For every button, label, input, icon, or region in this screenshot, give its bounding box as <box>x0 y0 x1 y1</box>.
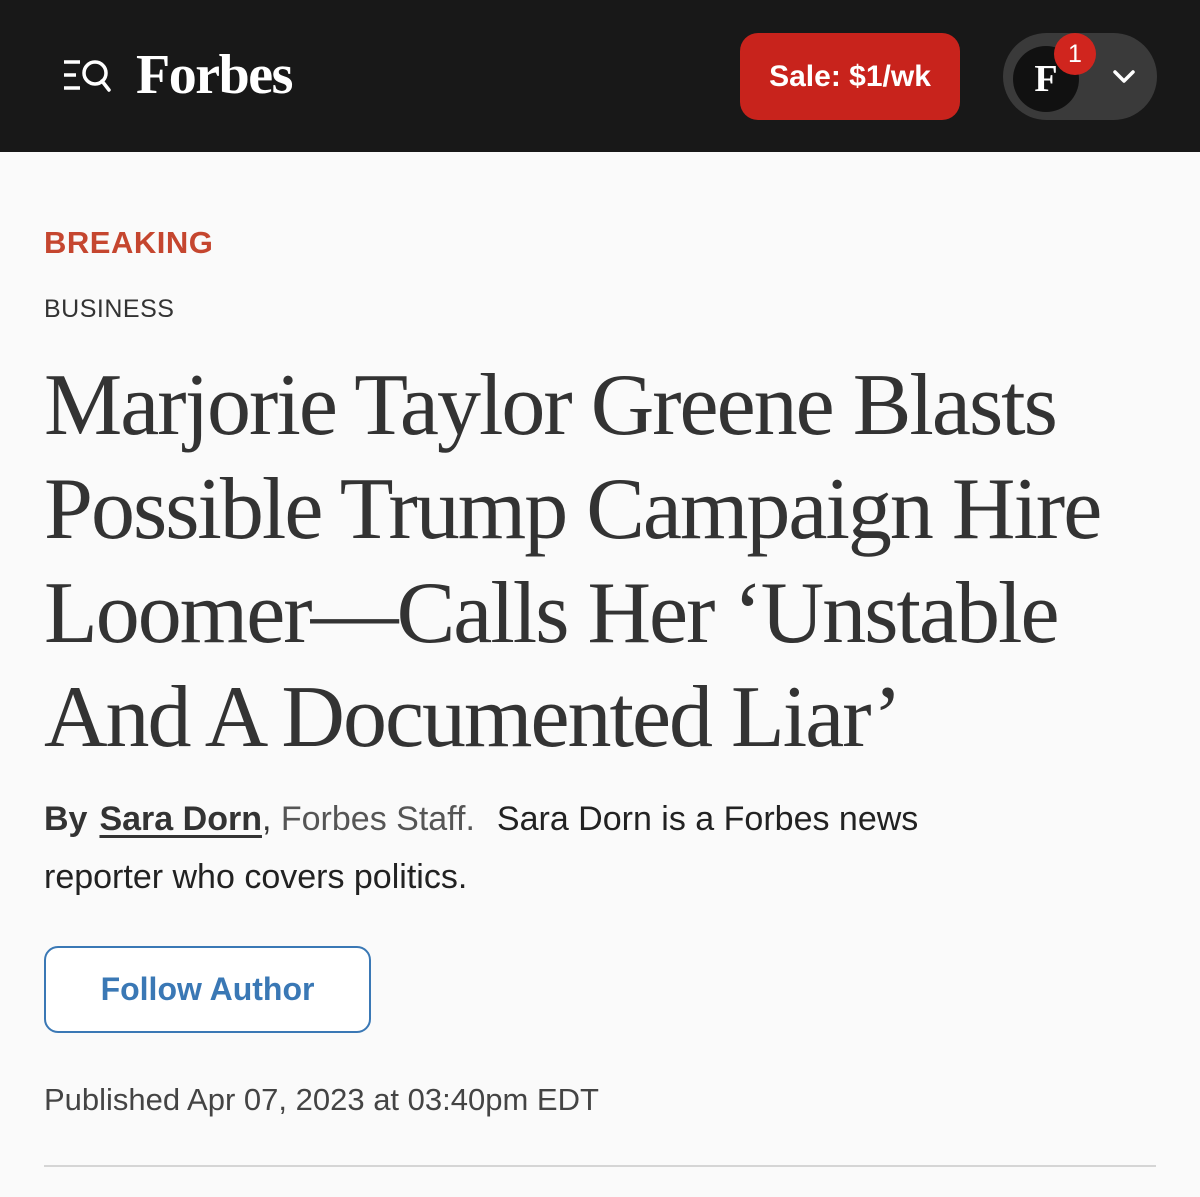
chevron-down-icon[interactable] <box>1109 62 1139 92</box>
breaking-label: BREAKING <box>44 225 214 260</box>
notification-badge: 1 <box>1054 33 1096 75</box>
forbes-logo[interactable]: Forbes <box>136 40 293 110</box>
follow-author-button[interactable]: Follow Author <box>44 946 371 1033</box>
menu-search-icon[interactable] <box>62 56 112 96</box>
section-link[interactable]: BUSINESS <box>44 292 174 326</box>
divider <box>44 1165 1156 1167</box>
author-link[interactable]: Sara Dorn <box>99 800 262 838</box>
sale-subscribe-button[interactable]: Sale: $1/wk <box>740 33 960 120</box>
author-role: Forbes Staff. <box>280 800 475 838</box>
byline-prefix: By <box>44 800 88 838</box>
byline: By Sara Dorn, Forbes Staff. Sara Dorn is a… <box>44 790 964 906</box>
byline-separator: , <box>261 800 272 838</box>
published-date: Published Apr 07, 2023 at 03:40pm EDT <box>44 1082 599 1117</box>
top-navigation-bar: Forbes Sale: $1/wk F 1 <box>0 0 1200 152</box>
article-headline: Marjorie Taylor Greene Blasts Possible T… <box>44 357 1102 766</box>
